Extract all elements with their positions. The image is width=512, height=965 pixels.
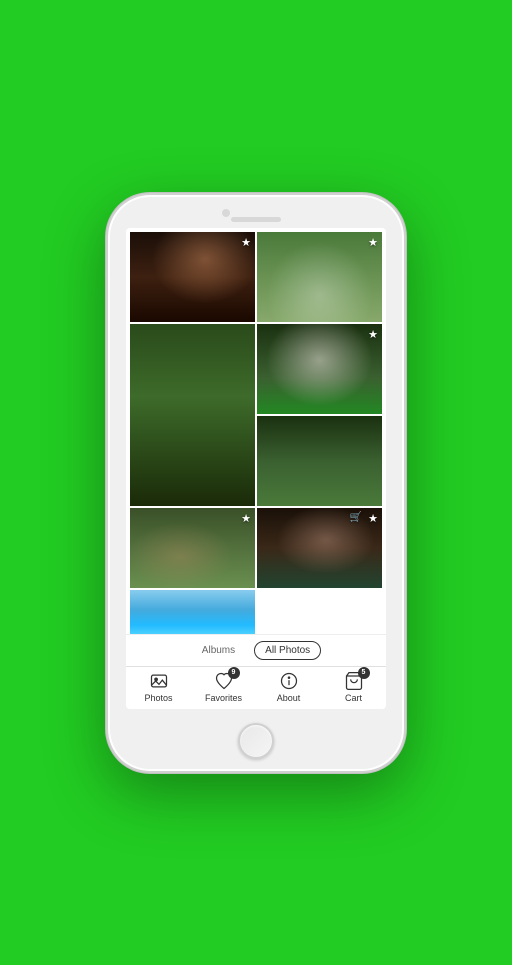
photos-icon-wrap <box>149 671 169 691</box>
photo-item-8[interactable] <box>130 590 255 634</box>
photo-item-7[interactable]: ★ 🛒 <box>257 508 382 588</box>
favorites-badge: 9 <box>228 667 240 679</box>
photo-item-6[interactable]: ★ <box>130 508 255 588</box>
favorites-label: Favorites <box>205 693 242 703</box>
favorites-icon-wrap: 9 <box>214 671 234 691</box>
nav-cart[interactable]: 5 Cart <box>321 671 386 703</box>
star-icon-7: ★ <box>368 512 378 525</box>
photo-grid: ★ ★ ★ ★ ★ 🛒 <box>126 228 386 634</box>
about-icon <box>279 671 299 691</box>
photo-item-4[interactable]: ★ <box>257 324 382 414</box>
photo-item-1[interactable]: ★ <box>130 232 255 322</box>
phone-bottom <box>108 717 404 771</box>
phone-frame: ★ ★ ★ ★ ★ 🛒 <box>106 193 406 773</box>
cart-label: Cart <box>345 693 362 703</box>
filter-all-photos-button[interactable]: All Photos <box>254 641 321 660</box>
photos-label: Photos <box>144 693 172 703</box>
nav-favorites[interactable]: 9 Favorites <box>191 671 256 703</box>
phone-camera <box>222 209 230 217</box>
cart-icon-wrap: 5 <box>344 671 364 691</box>
star-icon-2: ★ <box>368 236 378 249</box>
about-label: About <box>277 693 301 703</box>
cart-badge: 5 <box>358 667 370 679</box>
about-icon-wrap <box>279 671 299 691</box>
phone-speaker <box>231 217 281 222</box>
star-icon-1: ★ <box>241 236 251 249</box>
phone-screen: ★ ★ ★ ★ ★ 🛒 <box>126 228 386 709</box>
bottom-nav: Photos 9 Favorites <box>126 666 386 709</box>
filter-albums-button[interactable]: Albums <box>191 641 246 660</box>
photos-icon <box>149 671 169 691</box>
phone-top-bar <box>108 195 404 228</box>
nav-about[interactable]: About <box>256 671 321 703</box>
photo-item-5[interactable] <box>257 416 382 506</box>
nav-photos[interactable]: Photos <box>126 671 191 703</box>
filter-bar: Albums All Photos <box>126 634 386 666</box>
star-icon-4: ★ <box>368 328 378 341</box>
photo-item-3[interactable] <box>130 324 255 506</box>
photo-item-2[interactable]: ★ <box>257 232 382 322</box>
cart-icon-7: 🛒 <box>350 512 362 523</box>
home-button[interactable] <box>238 723 274 759</box>
star-icon-6: ★ <box>241 512 251 525</box>
